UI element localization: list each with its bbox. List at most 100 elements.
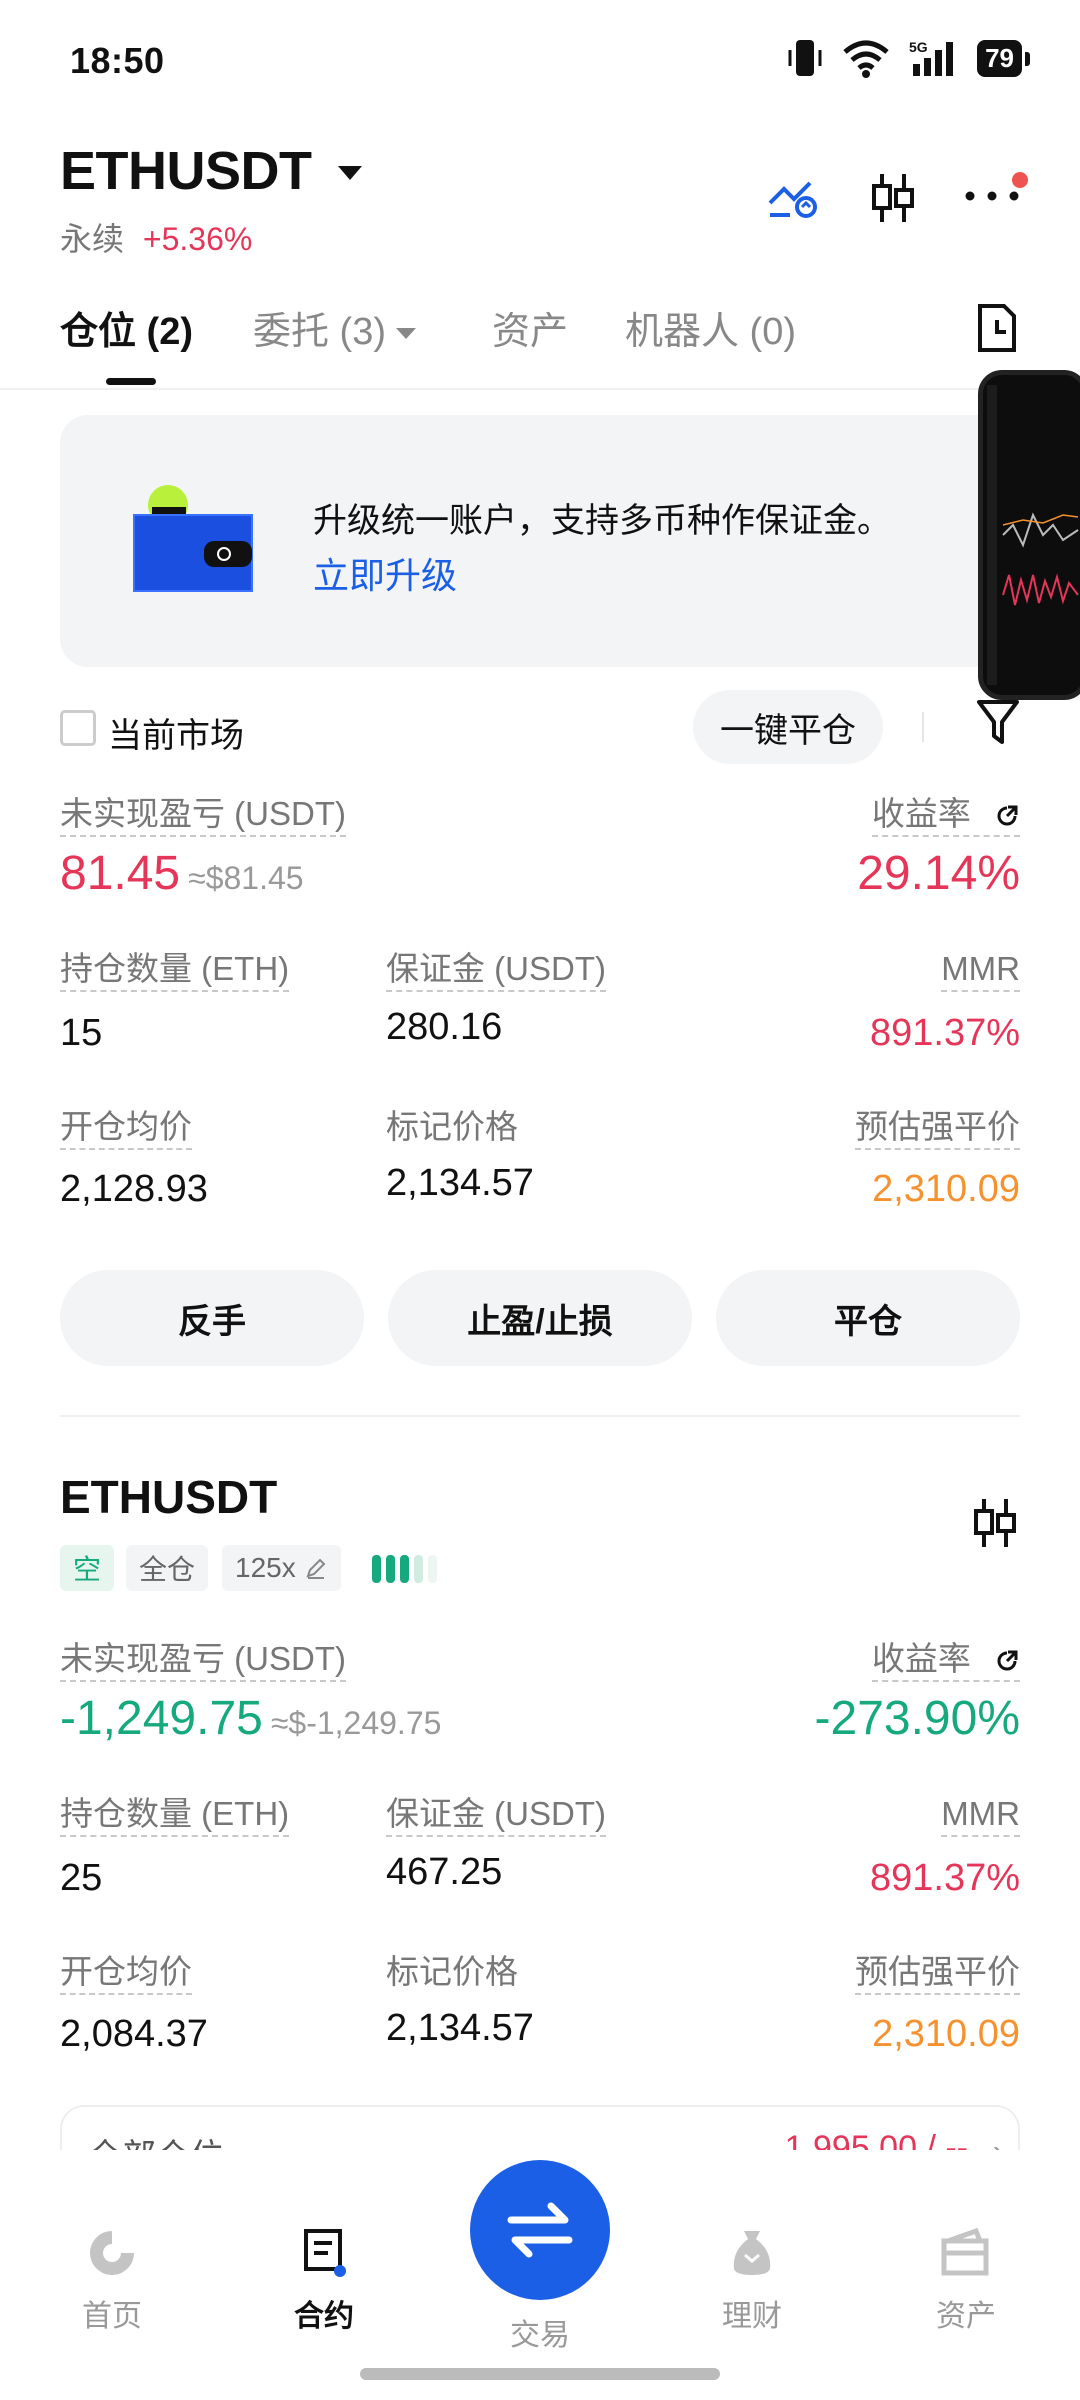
notification-dot xyxy=(1012,171,1028,188)
tab-bots[interactable]: 机器人 (0) xyxy=(625,300,796,355)
liq-price-label[interactable]: 预估强平价 xyxy=(855,1953,1020,1995)
pnl-approx: ≈$-1,249.75 xyxy=(270,1705,442,1741)
unrealized-pnl-value: 81.45 ≈$81.45 xyxy=(60,846,304,901)
status-bar: 18:50 5G 79 xyxy=(0,0,1080,120)
mmr-label[interactable]: MMR xyxy=(941,1795,1020,1837)
earn-icon[interactable] xyxy=(724,2225,780,2281)
position-card-2: 未实现盈亏 (USDT) 收益率 -1,249.75 ≈$-1,249.75 -2… xyxy=(60,1635,1020,2075)
candlestick-chart-icon[interactable] xyxy=(970,1495,1020,1551)
futures-icon[interactable] xyxy=(296,2225,352,2281)
entry-price-value: 2,128.93 xyxy=(60,1168,208,1210)
swap-icon[interactable] xyxy=(505,2200,575,2260)
trend-analysis-icon[interactable] xyxy=(766,173,822,223)
roi-label-wrap[interactable]: 收益率 xyxy=(871,795,1020,837)
market-header: ETHUSDT 永续 +5.36% xyxy=(60,140,1028,270)
mmr-label[interactable]: MMR xyxy=(941,950,1020,992)
position-2-symbol[interactable]: ETHUSDT xyxy=(60,1470,277,1524)
status-icons: 5G 79 xyxy=(787,38,1030,78)
reverse-button[interactable]: 反手 xyxy=(60,1270,364,1366)
adl-bar xyxy=(400,1555,409,1583)
position-size-label[interactable]: 持仓数量 (ETH) xyxy=(60,1795,290,1837)
home-indicator[interactable] xyxy=(360,2368,720,2380)
vertical-divider xyxy=(922,712,924,742)
current-market-label[interactable]: 当前市场 xyxy=(108,708,244,757)
tabs-divider xyxy=(0,388,1080,390)
unrealized-pnl-label[interactable]: 未实现盈亏 (USDT) xyxy=(60,795,346,837)
price-change: +5.36% xyxy=(142,221,253,257)
order-history-icon[interactable] xyxy=(974,302,1020,354)
wallet-icon[interactable] xyxy=(938,2225,994,2281)
banner-message: 升级统一账户，支持多币种作保证金。 xyxy=(313,502,891,540)
status-time: 18:50 xyxy=(70,40,165,81)
chart-preview-icon xyxy=(983,375,1080,695)
nav-assets[interactable]: 资产 xyxy=(896,2225,1036,2335)
wifi-icon xyxy=(843,40,889,78)
caret-down-icon[interactable] xyxy=(396,328,417,340)
more-icon[interactable] xyxy=(964,186,1020,206)
share-icon[interactable] xyxy=(994,1648,1020,1674)
unrealized-pnl-label[interactable]: 未实现盈亏 (USDT) xyxy=(60,1640,346,1682)
adl-indicator xyxy=(372,1555,437,1583)
caret-down-icon[interactable] xyxy=(337,166,362,180)
close-all-button[interactable]: 一键平仓 xyxy=(693,690,883,764)
signal-5g-icon: 5G xyxy=(909,39,954,76)
close-position-button[interactable]: 平仓 xyxy=(716,1270,1020,1366)
pnl-amount: -1,249.75 xyxy=(60,1692,263,1745)
nav-home-label[interactable]: 首页 xyxy=(82,2300,142,2333)
roi-label[interactable]: 收益率 xyxy=(872,1640,971,1677)
tab-assets[interactable]: 资产 xyxy=(492,300,568,355)
margin-label[interactable]: 保证金 (USDT) xyxy=(386,1795,606,1837)
active-tab-indicator xyxy=(106,378,156,385)
share-icon[interactable] xyxy=(994,803,1020,829)
entry-price-value: 2,084.37 xyxy=(60,2013,208,2055)
tab-positions[interactable]: 仓位 (2) xyxy=(60,300,193,355)
nav-futures[interactable]: 合约 xyxy=(254,2225,394,2335)
battery-indicator: 79 xyxy=(977,39,1030,77)
nav-earn-label[interactable]: 理财 xyxy=(722,2300,782,2333)
nav-futures-label[interactable]: 合约 xyxy=(294,2300,354,2333)
entry-price-label[interactable]: 开仓均价 xyxy=(60,1953,192,1995)
edit-icon[interactable] xyxy=(304,1556,328,1580)
margin-label[interactable]: 保证金 (USDT) xyxy=(386,950,606,992)
tab-orders[interactable]: 委托 (3) xyxy=(253,300,417,355)
more-menu-button[interactable] xyxy=(964,171,1028,211)
filter-row: 当前市场 一键平仓 xyxy=(60,690,1020,766)
upgrade-banner[interactable]: 升级统一账户，支持多币种作保证金。 立即升级 xyxy=(60,415,1020,667)
liq-price-value: 2,310.09 xyxy=(872,2013,1020,2055)
unrealized-pnl-value: -1,249.75 ≈$-1,249.75 xyxy=(60,1691,441,1746)
trade-button[interactable] xyxy=(470,2160,610,2300)
margin-mode-badge: 全仓 xyxy=(126,1545,209,1591)
pnl-amount: 81.45 xyxy=(60,847,181,900)
position-separator xyxy=(60,1415,1020,1417)
tp-sl-button[interactable]: 止盈/止损 xyxy=(388,1270,692,1366)
liq-price-label[interactable]: 预估强平价 xyxy=(855,1108,1020,1150)
candlestick-chart-icon[interactable] xyxy=(868,170,918,226)
tab-orders-label[interactable]: 委托 (3) xyxy=(253,311,386,353)
margin-value: 467.25 xyxy=(386,1851,503,1893)
floating-window-preview[interactable] xyxy=(978,370,1080,700)
mmr-value: 891.37% xyxy=(869,1012,1020,1054)
bottom-navigation: 首页 合约 交易 理财 资产 xyxy=(0,2150,1080,2400)
leverage-value[interactable]: 125x xyxy=(235,1552,296,1584)
contract-type-label: 永续 xyxy=(60,221,125,257)
mark-price-label: 标记价格 xyxy=(386,1108,518,1145)
position-size-value: 25 xyxy=(60,1857,103,1899)
nav-home[interactable]: 首页 xyxy=(42,2225,182,2335)
position-size-label[interactable]: 持仓数量 (ETH) xyxy=(60,950,290,992)
entry-price-label[interactable]: 开仓均价 xyxy=(60,1108,192,1150)
roi-label-wrap[interactable]: 收益率 xyxy=(871,1640,1020,1682)
nav-trade-label[interactable]: 交易 xyxy=(470,2310,610,2354)
position-card-1: 未实现盈亏 (USDT) 收益率 81.45 ≈$81.45 29.14% 持仓数… xyxy=(60,790,1020,1230)
roi-label[interactable]: 收益率 xyxy=(872,795,971,832)
margin-value: 280.16 xyxy=(386,1006,503,1048)
current-market-checkbox[interactable] xyxy=(60,710,96,746)
symbol-title[interactable]: ETHUSDT xyxy=(60,140,312,202)
nav-earn[interactable]: 理财 xyxy=(682,2225,822,2335)
mark-price-value: 2,134.57 xyxy=(386,2007,534,2049)
home-icon[interactable] xyxy=(84,2225,140,2281)
leverage-badge[interactable]: 125x xyxy=(222,1545,341,1591)
filter-icon[interactable] xyxy=(976,698,1020,748)
upgrade-now-link[interactable]: 立即升级 xyxy=(313,547,457,599)
nav-assets-label[interactable]: 资产 xyxy=(936,2300,996,2333)
roi-value: 29.14% xyxy=(857,847,1020,900)
